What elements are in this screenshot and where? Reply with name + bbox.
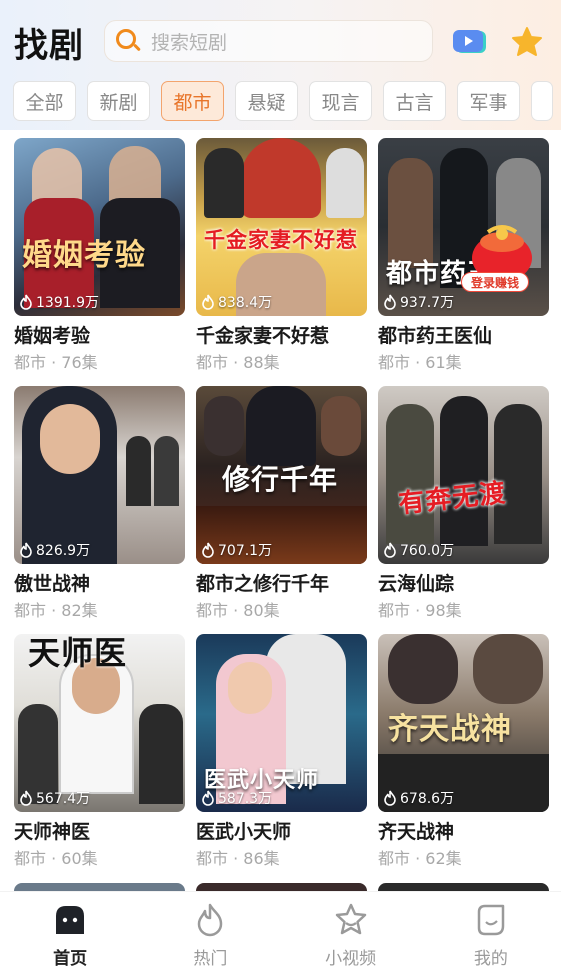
drama-title[interactable]: 千金家妻不好惹 xyxy=(196,321,329,348)
view-count: 678.6万 xyxy=(383,788,454,808)
drama-meta: 都市 · 60集 xyxy=(14,849,98,868)
drama-meta: 都市 · 88集 xyxy=(196,353,280,372)
drama-poster: 医武小天师 587.3万 xyxy=(196,634,367,812)
nav-short-video[interactable]: 小视频 xyxy=(301,892,401,969)
drama-title[interactable]: 都市之修行千年 xyxy=(196,569,329,596)
view-count: 937.7万 xyxy=(383,292,454,312)
nav-hot[interactable]: 热门 xyxy=(160,892,260,969)
drama-meta: 都市 · 61集 xyxy=(378,353,462,372)
drama-title[interactable]: 天师神医 xyxy=(14,817,90,844)
view-count: 567.4万 xyxy=(19,788,90,808)
drama-poster: 修行千年 707.1万 xyxy=(196,386,367,564)
drama-poster: 齐天战神 678.6万 xyxy=(378,634,549,812)
flame-icon xyxy=(20,790,32,806)
home-icon xyxy=(56,906,85,934)
poster-title: 千金家妻不好惹 xyxy=(204,228,358,252)
drama-title[interactable]: 云海仙踪 xyxy=(378,569,454,596)
profile-icon xyxy=(477,904,505,936)
poster-title: 婚姻考验 xyxy=(22,238,146,273)
drama-meta: 都市 · 76集 xyxy=(14,353,98,372)
tab-urban[interactable]: 都市 xyxy=(161,81,224,121)
flame-icon xyxy=(384,294,396,310)
login-earn-badge[interactable]: 登录赚钱 xyxy=(461,272,529,292)
drama-meta: 都市 · 82集 xyxy=(14,601,98,620)
drama-meta: 都市 · 62集 xyxy=(378,849,462,868)
drama-title[interactable]: 婚姻考验 xyxy=(14,321,90,348)
tv-icon[interactable] xyxy=(452,29,488,55)
drama-poster: 826.9万 xyxy=(14,386,185,564)
search-input[interactable]: 搜索短剧 xyxy=(104,20,433,62)
drama-card[interactable]: 婚姻考验 1391.9万 婚姻考验 都市 · 76集 xyxy=(14,138,185,374)
tab-mystery[interactable]: 悬疑 xyxy=(235,81,298,121)
tab-all[interactable]: 全部 xyxy=(13,81,76,121)
drama-card[interactable]: 826.9万 傲世战神 都市 · 82集 xyxy=(14,386,185,622)
drama-meta: 都市 · 80集 xyxy=(196,601,280,620)
tab-military[interactable]: 军事 xyxy=(457,81,520,121)
drama-card[interactable]: 有奔无渡 760.0万 云海仙踪 都市 · 98集 xyxy=(378,386,549,622)
drama-poster: 有奔无渡 760.0万 xyxy=(378,386,549,564)
drama-title[interactable]: 傲世战神 xyxy=(14,569,90,596)
flame-icon xyxy=(384,790,396,806)
drama-title[interactable]: 齐天战神 xyxy=(378,817,454,844)
drama-poster: 婚姻考验 1391.9万 xyxy=(14,138,185,316)
drama-card[interactable]: 修行千年 707.1万 都市之修行千年 都市 · 80集 xyxy=(196,386,367,622)
search-placeholder: 搜索短剧 xyxy=(151,31,228,54)
nav-profile[interactable]: 我的 xyxy=(441,892,541,969)
flame-icon xyxy=(20,542,32,558)
category-tabs: 全部 新剧 都市 悬疑 现言 古言 军事 xyxy=(13,81,561,121)
flame-icon xyxy=(198,903,223,937)
poster-title: 修行千年 xyxy=(222,463,339,496)
page-title: 找剧 xyxy=(14,26,84,66)
flame-icon xyxy=(202,294,214,310)
view-count: 760.0万 xyxy=(383,540,454,560)
star-video-icon xyxy=(335,903,366,935)
flame-icon xyxy=(202,790,214,806)
tab-new[interactable]: 新剧 xyxy=(87,81,150,121)
tab-period-romance[interactable]: 古言 xyxy=(383,81,446,121)
header: 找剧 搜索短剧 xyxy=(0,0,561,80)
tab-more-peek[interactable] xyxy=(531,81,553,121)
drama-poster: 天师医 567.4万 xyxy=(14,634,185,812)
view-count: 707.1万 xyxy=(201,540,272,560)
search-icon xyxy=(115,28,141,54)
drama-title[interactable]: 医武小天师 xyxy=(196,817,291,844)
view-count: 1391.9万 xyxy=(19,292,99,312)
drama-card[interactable]: 千金家妻不好惹 838.4万 千金家妻不好惹 都市 · 88集 xyxy=(196,138,367,374)
poster-title: 齐天战神 xyxy=(388,712,512,747)
drama-card[interactable]: 天师医 567.4万 天师神医 都市 · 60集 xyxy=(14,634,185,870)
drama-meta: 都市 · 86集 xyxy=(196,849,280,868)
drama-meta: 都市 · 98集 xyxy=(378,601,462,620)
poster-title: 天师医 xyxy=(28,634,128,672)
view-count: 838.4万 xyxy=(201,292,272,312)
flame-icon xyxy=(20,294,32,310)
flame-icon xyxy=(202,542,214,558)
favorites-star-icon[interactable] xyxy=(511,26,543,58)
view-count: 587.3万 xyxy=(201,788,272,808)
bottom-nav: 首页 热门 小视频 我的 xyxy=(0,891,561,969)
nav-home[interactable]: 首页 xyxy=(20,892,120,969)
view-count: 826.9万 xyxy=(19,540,90,560)
flame-icon xyxy=(384,542,396,558)
drama-title[interactable]: 都市药王医仙 xyxy=(378,321,492,348)
drama-card[interactable]: 齐天战神 678.6万 齐天战神 都市 · 62集 xyxy=(378,634,549,870)
drama-card[interactable]: 医武小天师 587.3万 医武小天师 都市 · 86集 xyxy=(196,634,367,870)
tab-modern-romance[interactable]: 现言 xyxy=(309,81,372,121)
drama-poster: 千金家妻不好惹 838.4万 xyxy=(196,138,367,316)
